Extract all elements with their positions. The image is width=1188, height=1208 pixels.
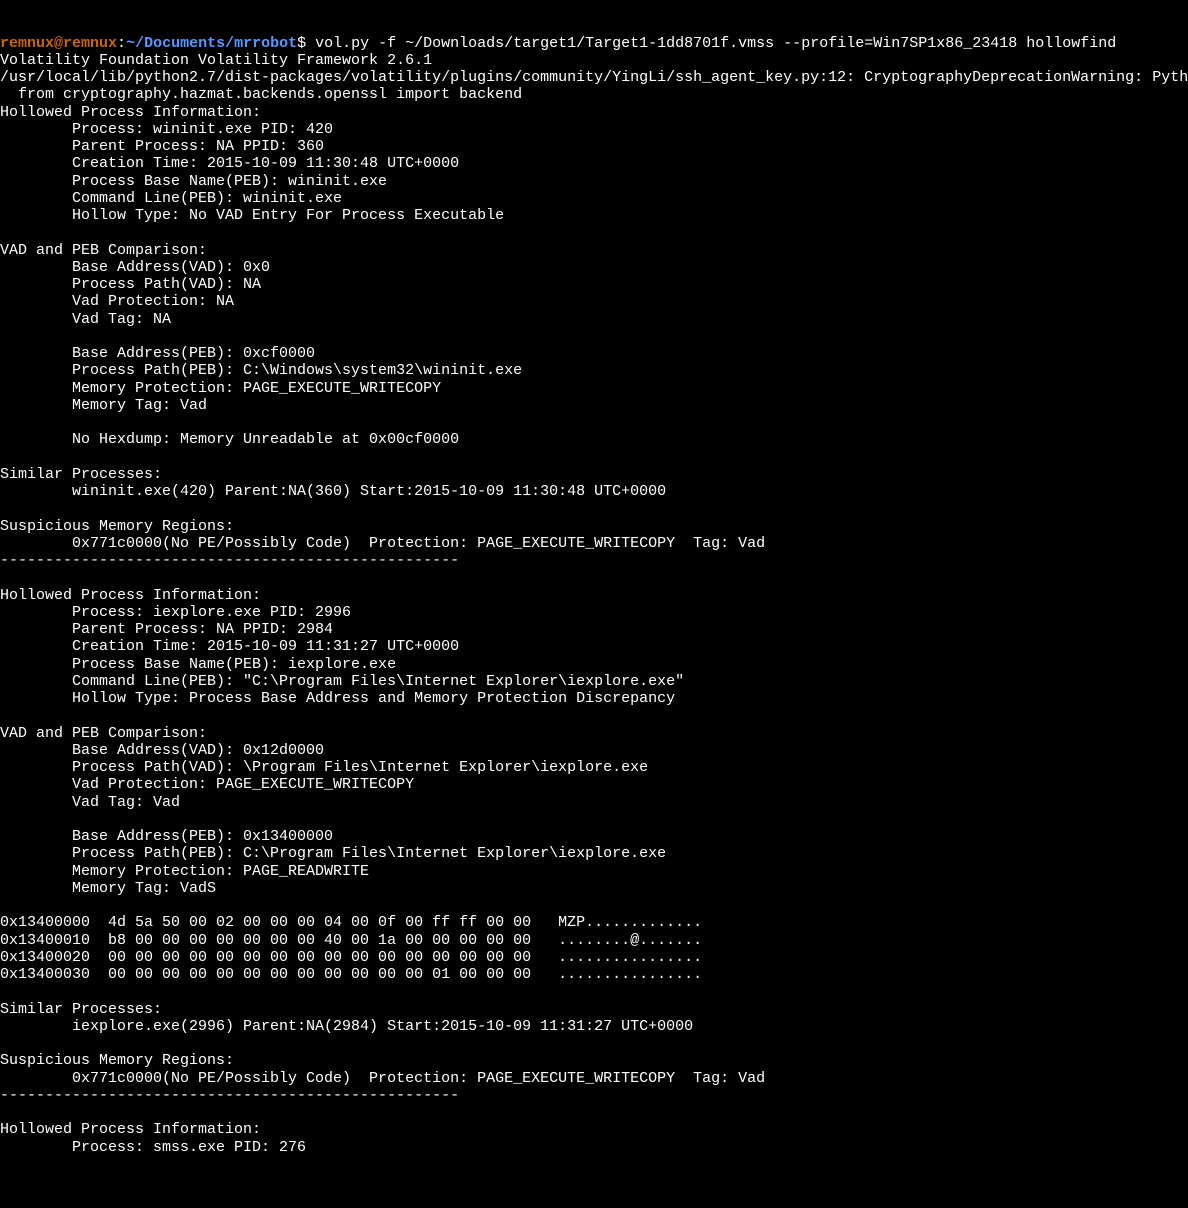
output-line: No Hexdump: Memory Unreadable at 0x00cf0… xyxy=(0,431,459,448)
output-line: Hollowed Process Information: xyxy=(0,1121,261,1138)
output-line: Suspicious Memory Regions: xyxy=(0,1052,234,1069)
output-line: 0x13400000 4d 5a 50 00 02 00 00 00 04 00… xyxy=(0,914,702,931)
output-line: Hollowed Process Information: xyxy=(0,104,261,121)
output-line: Vad Tag: Vad xyxy=(0,794,180,811)
output-line: Memory Tag: Vad xyxy=(0,397,207,414)
output-line: ----------------------------------------… xyxy=(0,552,459,569)
output-line: Memory Protection: PAGE_READWRITE xyxy=(0,863,369,880)
prompt-colon: : xyxy=(117,35,126,52)
output-line: Suspicious Memory Regions: xyxy=(0,518,234,535)
output-line: Command Line(PEB): "C:\Program Files\Int… xyxy=(0,673,684,690)
output-line: Process Path(PEB): C:\Program Files\Inte… xyxy=(0,845,666,862)
output-line: Vad Protection: PAGE_EXECUTE_WRITECOPY xyxy=(0,776,414,793)
output-line: Process Path(VAD): \Program Files\Intern… xyxy=(0,759,648,776)
output-line: Process Base Name(PEB): iexplore.exe xyxy=(0,656,396,673)
output-line: Parent Process: NA PPID: 2984 xyxy=(0,621,333,638)
output-line: Process: iexplore.exe PID: 2996 xyxy=(0,604,351,621)
prompt-host: remnux xyxy=(63,35,117,52)
output-line: iexplore.exe(2996) Parent:NA(2984) Start… xyxy=(0,1018,693,1035)
output-line: Similar Processes: xyxy=(0,1001,162,1018)
output-line: Process Path(VAD): NA xyxy=(0,276,261,293)
output-line: Process Base Name(PEB): wininit.exe xyxy=(0,173,387,190)
output-line: Hollowed Process Information: xyxy=(0,587,261,604)
output-line: Process: wininit.exe PID: 420 xyxy=(0,121,333,138)
output-line: Base Address(PEB): 0xcf0000 xyxy=(0,345,315,362)
output-line: 0x771c0000(No PE/Possibly Code) Protecti… xyxy=(0,535,765,552)
output-line: Hollow Type: No VAD Entry For Process Ex… xyxy=(0,207,504,224)
output-line: Command Line(PEB): wininit.exe xyxy=(0,190,342,207)
output-line: Vad Protection: NA xyxy=(0,293,234,310)
output-line: 0x13400030 00 00 00 00 00 00 00 00 00 00… xyxy=(0,966,702,983)
output-line: Creation Time: 2015-10-09 11:31:27 UTC+0… xyxy=(0,638,459,655)
output-line: Vad Tag: NA xyxy=(0,311,171,328)
output-line: 0x771c0000(No PE/Possibly Code) Protecti… xyxy=(0,1070,765,1087)
terminal-window[interactable]: remnux@remnux:~/Documents/mrrobot$ vol.p… xyxy=(0,35,1188,1156)
prompt-path: ~/Documents/mrrobot xyxy=(126,35,297,52)
output-line: Base Address(PEB): 0x13400000 xyxy=(0,828,333,845)
output-line: Memory Protection: PAGE_EXECUTE_WRITECOP… xyxy=(0,380,441,397)
prompt-dollar: $ xyxy=(297,35,306,52)
output-line: Memory Tag: VadS xyxy=(0,880,216,897)
output-line: Volatility Foundation Volatility Framewo… xyxy=(0,52,432,69)
output-line: from cryptography.hazmat.backends.openss… xyxy=(0,86,522,103)
command-input[interactable]: vol.py -f ~/Downloads/target1/Target1-1d… xyxy=(306,35,1116,52)
output-line: VAD and PEB Comparison: xyxy=(0,725,207,742)
prompt-at: @ xyxy=(54,35,63,52)
output-line: Parent Process: NA PPID: 360 xyxy=(0,138,324,155)
output-line: 0x13400020 00 00 00 00 00 00 00 00 00 00… xyxy=(0,949,702,966)
output-line: Process Path(PEB): C:\Windows\system32\w… xyxy=(0,362,522,379)
output-line: Base Address(VAD): 0x0 xyxy=(0,259,270,276)
output-line: Hollow Type: Process Base Address and Me… xyxy=(0,690,675,707)
output-line: Base Address(VAD): 0x12d0000 xyxy=(0,742,324,759)
output-line: /usr/local/lib/python2.7/dist-packages/v… xyxy=(0,69,1188,86)
output-line: ----------------------------------------… xyxy=(0,1087,459,1104)
output-line: Creation Time: 2015-10-09 11:30:48 UTC+0… xyxy=(0,155,459,172)
output-line: VAD and PEB Comparison: xyxy=(0,242,207,259)
output-line: Similar Processes: xyxy=(0,466,162,483)
output-line: Process: smss.exe PID: 276 xyxy=(0,1139,306,1156)
prompt-user: remnux xyxy=(0,35,54,52)
output-line: wininit.exe(420) Parent:NA(360) Start:20… xyxy=(0,483,666,500)
output-line: 0x13400010 b8 00 00 00 00 00 00 00 40 00… xyxy=(0,932,702,949)
